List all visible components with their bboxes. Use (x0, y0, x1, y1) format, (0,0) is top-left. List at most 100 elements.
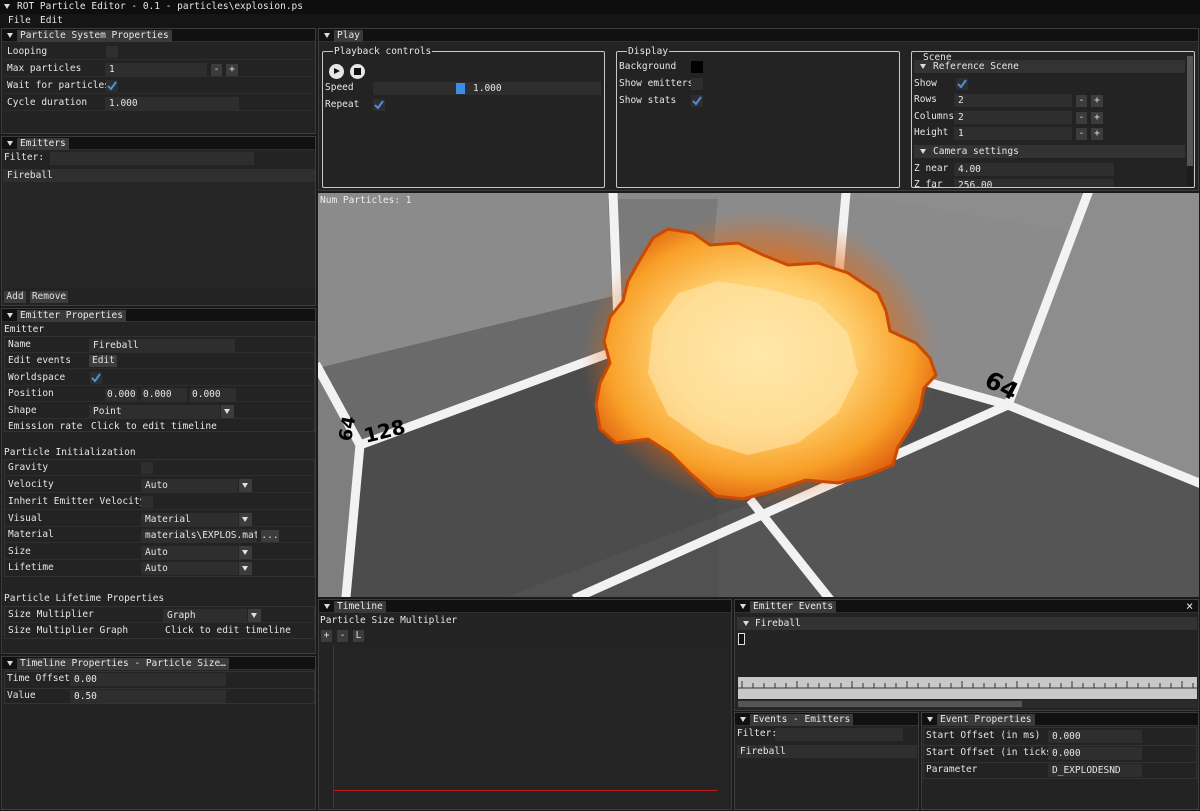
position-x-input[interactable]: 0.000 (105, 388, 137, 401)
collapse-icon[interactable] (324, 604, 330, 609)
max-particles-input[interactable]: 1 (105, 63, 207, 76)
start-offset-ms-input[interactable]: 0.000 (1048, 730, 1142, 743)
worldspace-checkbox[interactable] (90, 372, 102, 384)
velocity-select[interactable]: Auto (141, 479, 238, 492)
background-color-swatch[interactable] (691, 61, 703, 73)
chevron-down-icon[interactable] (248, 609, 261, 622)
visual-select[interactable]: Material (141, 513, 238, 526)
shape-select[interactable]: Point (89, 405, 220, 418)
size-multiplier-select[interactable]: Graph (163, 609, 247, 622)
size-multiplier-graph-link[interactable]: Click to edit timeline (165, 624, 291, 637)
height-increment-button[interactable]: + (1091, 128, 1103, 140)
repeat-checkbox[interactable] (373, 99, 385, 111)
show-emitters-checkbox[interactable] (691, 78, 703, 90)
position-y-input[interactable]: 0.000 (141, 388, 187, 401)
z-far-input[interactable]: 256.00 (954, 179, 1114, 187)
stop-button[interactable] (350, 64, 365, 79)
list-item[interactable]: Fireball (3, 169, 315, 182)
height-input[interactable]: 1 (954, 127, 1072, 140)
time-offset-input[interactable]: 0.00 (70, 673, 226, 686)
timeline-add-button[interactable]: + (321, 630, 332, 642)
chevron-down-icon[interactable] (239, 562, 252, 575)
chevron-down-icon[interactable] (239, 546, 252, 559)
collapse-icon[interactable] (324, 33, 330, 38)
rows-decrement-button[interactable]: - (1076, 95, 1087, 107)
scrollbar-thumb[interactable] (738, 701, 1022, 707)
viewport-3d[interactable]: 64 128 64 Num Particles: 1 (318, 193, 1199, 597)
collapse-icon[interactable] (7, 141, 13, 146)
chevron-down-icon[interactable] (239, 479, 252, 492)
emitters-filter-label: Filter: (4, 152, 45, 163)
columns-decrement-button[interactable]: - (1076, 112, 1087, 124)
window-collapse-icon[interactable] (4, 4, 10, 9)
add-emitter-button[interactable]: Add (4, 291, 26, 303)
collapse-icon[interactable] (740, 604, 746, 609)
tab-emitter-properties[interactable]: Emitter Properties (17, 310, 126, 322)
remove-emitter-button[interactable]: Remove (30, 291, 68, 303)
scrollbar-thumb[interactable] (1187, 56, 1193, 166)
height-decrement-button[interactable]: - (1076, 128, 1087, 140)
emission-rate-link[interactable]: Click to edit timeline (91, 420, 217, 433)
collapse-icon[interactable] (740, 717, 746, 722)
value-input[interactable]: 0.50 (70, 690, 226, 703)
collapse-icon[interactable] (7, 313, 13, 318)
emitters-filter-input[interactable] (50, 152, 254, 165)
max-particles-increment-button[interactable]: + (226, 64, 238, 76)
tab-timeline-properties[interactable]: Timeline Properties - Particle Size… (17, 658, 229, 670)
tab-emitters[interactable]: Emitters (17, 138, 69, 150)
speed-slider-handle[interactable] (456, 83, 465, 94)
cycle-duration-input[interactable]: 1.000 (105, 97, 239, 110)
material-input[interactable]: materials\EXPLOS.mat (141, 529, 257, 542)
collapse-icon[interactable] (7, 33, 13, 38)
close-icon[interactable]: × (1186, 600, 1193, 613)
edit-events-button[interactable]: Edit (89, 355, 117, 367)
emitter-name-input[interactable]: Fireball (89, 339, 235, 352)
chevron-down-icon[interactable] (239, 513, 252, 526)
play-button[interactable] (329, 64, 344, 79)
tab-timeline[interactable]: Timeline (334, 601, 386, 613)
columns-input[interactable]: 2 (954, 111, 1072, 124)
show-stats-checkbox[interactable] (691, 95, 703, 107)
max-particles-decrement-button[interactable]: - (211, 64, 222, 76)
timeline-l-button[interactable]: L (353, 630, 364, 642)
show-scene-checkbox[interactable] (956, 78, 968, 90)
columns-increment-button[interactable]: + (1091, 112, 1103, 124)
inherit-velocity-checkbox[interactable] (141, 496, 153, 508)
emitter-properties-table: Name Fireball Edit events Edit Worldspac… (4, 336, 315, 432)
tab-particle-system-properties[interactable]: Particle System Properties (17, 30, 172, 42)
looping-checkbox[interactable] (106, 46, 118, 58)
collapse-icon[interactable] (7, 661, 13, 666)
menu-file[interactable]: File (8, 14, 31, 27)
menu-edit[interactable]: Edit (40, 14, 63, 27)
rows-input[interactable]: 2 (954, 94, 1072, 107)
timeline-remove-button[interactable]: - (337, 630, 348, 642)
lifetime-select[interactable]: Auto (141, 562, 238, 575)
events-filter-input[interactable] (775, 728, 903, 741)
list-item[interactable]: Fireball (737, 745, 917, 758)
tab-events-emitters[interactable]: Events - Emitters (750, 714, 854, 726)
gravity-checkbox[interactable] (141, 462, 153, 474)
position-z-input[interactable]: 0.000 (190, 388, 236, 401)
event-ruler[interactable] (738, 677, 1197, 699)
rows-increment-button[interactable]: + (1091, 95, 1103, 107)
timeline-graph[interactable] (333, 645, 729, 808)
wait-for-particles-checkbox[interactable] (106, 80, 118, 92)
event-marker[interactable] (738, 633, 745, 645)
chevron-down-icon[interactable] (221, 405, 234, 418)
speed-slider[interactable]: 1.000 (373, 82, 601, 95)
horizontal-scrollbar[interactable] (738, 700, 1197, 708)
scene-scrollbar[interactable] (1187, 56, 1193, 186)
start-offset-ticks-label: Start Offset (in ticks) (926, 747, 1058, 758)
tab-emitter-events[interactable]: Emitter Events (750, 601, 837, 613)
fireball-event-header[interactable]: Fireball (737, 617, 1197, 630)
camera-settings-header[interactable]: Camera settings (914, 145, 1185, 158)
size-select[interactable]: Auto (141, 546, 238, 559)
reference-scene-header[interactable]: Reference Scene (914, 60, 1185, 73)
tab-play[interactable]: Play (334, 30, 363, 42)
collapse-icon[interactable] (927, 717, 933, 722)
z-near-input[interactable]: 4.00 (954, 163, 1114, 176)
parameter-input[interactable]: D_EXPLODESND (1048, 764, 1142, 777)
material-browse-button[interactable]: ... (261, 530, 279, 542)
start-offset-ticks-input[interactable]: 0.000 (1048, 747, 1142, 760)
tab-event-properties[interactable]: Event Properties (937, 714, 1035, 726)
